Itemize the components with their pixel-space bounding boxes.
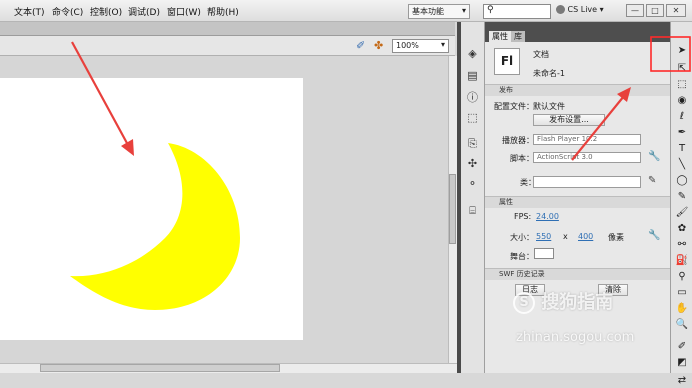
- annotation-overlay: [71, 36, 691, 161]
- swap-colors-icon[interactable]: ⇄: [674, 374, 690, 388]
- selection-tool-highlight: [650, 36, 691, 72]
- red-arrow-stage: [71, 41, 134, 156]
- watermark-url: zhinan.sogou.com: [516, 330, 635, 345]
- watermark-brand: S 搜狗指南: [513, 288, 613, 314]
- red-arrow-panel: [571, 87, 631, 161]
- watermark-brand-text: 搜狗指南: [541, 292, 614, 313]
- sogou-logo-icon: S: [513, 292, 535, 314]
